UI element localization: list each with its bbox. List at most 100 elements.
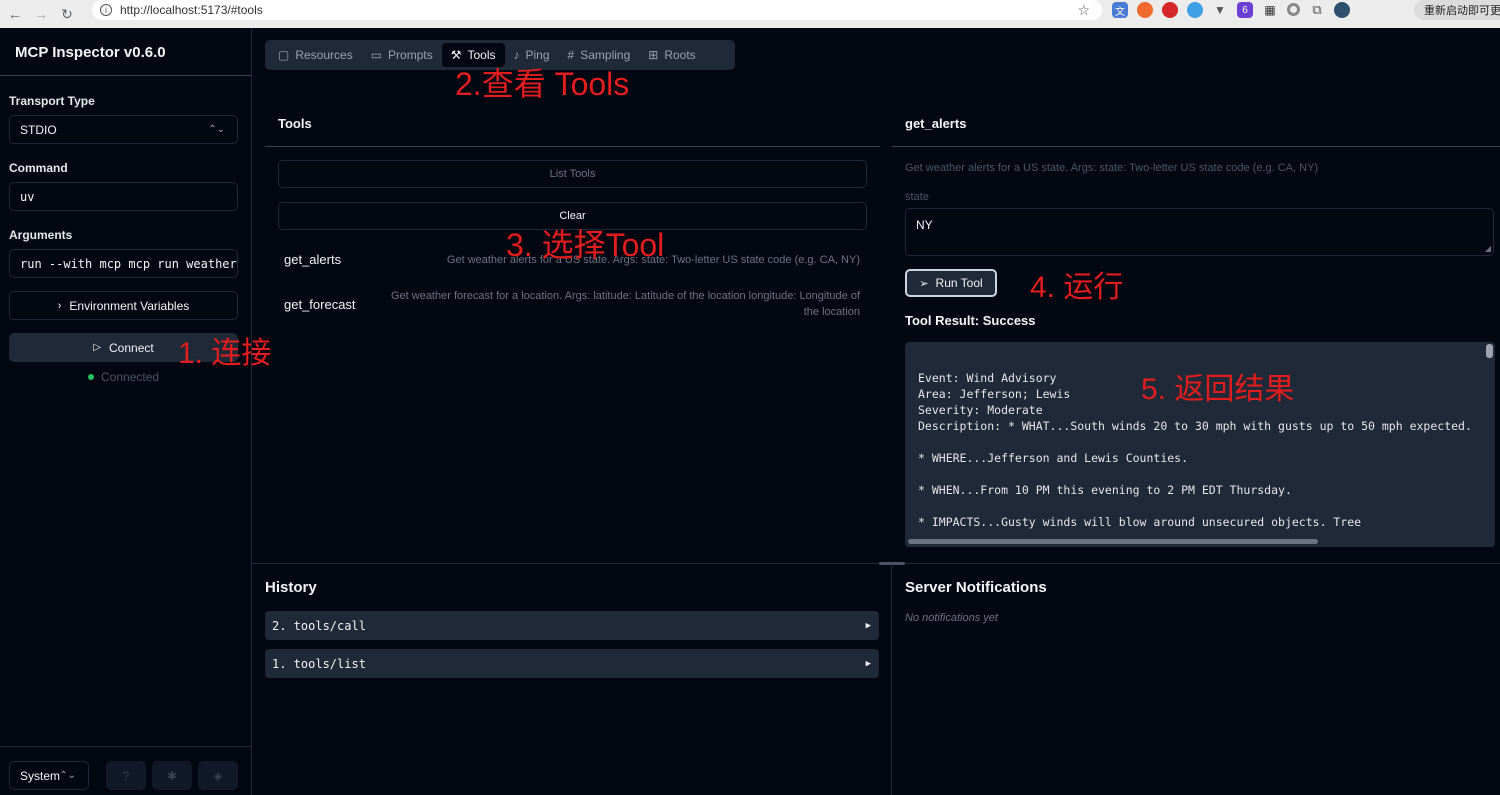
expand-triangle-icon[interactable]: ▶ — [866, 659, 871, 669]
resize-handle[interactable] — [879, 562, 905, 565]
tab-prompts[interactable]: ▭ Prompts — [362, 43, 442, 67]
history-item[interactable]: 1. tools/list ▶ — [265, 649, 879, 678]
transport-type-value: STDIO — [20, 123, 57, 137]
state-value: NY — [916, 218, 933, 232]
message-icon: ▭ — [371, 48, 382, 62]
hammer-icon: ⚒ — [451, 48, 462, 62]
notifications-empty-text: No notifications yet — [905, 612, 998, 624]
reload-icon[interactable]: ↻ — [56, 3, 78, 25]
bug-button[interactable]: ✱ — [152, 761, 192, 790]
profile-avatar-icon[interactable] — [1334, 2, 1350, 18]
tool-description: Get weather forecast for a location. Arg… — [391, 288, 860, 320]
send-icon: ➢ — [919, 277, 928, 290]
browser-toolbar: ← → ↻ i http://localhost:5173/#tools ☆ 文… — [0, 0, 1500, 28]
history-item-label: 1. tools/list — [272, 657, 366, 671]
tab-ping[interactable]: ♪ Ping — [505, 43, 559, 67]
file-icon: ▢ — [278, 48, 289, 62]
run-tool-button[interactable]: ➢ Run Tool — [905, 269, 997, 297]
history-title: History — [265, 579, 317, 596]
hash-icon: # — [568, 48, 575, 62]
tab-sampling[interactable]: # Sampling — [559, 43, 640, 67]
tool-name: get_alerts — [284, 252, 341, 267]
vertical-scrollbar[interactable] — [1486, 344, 1493, 358]
tab-resources[interactable]: ▢ Resources — [269, 43, 362, 67]
puzzle-extension-icon[interactable]: ⧉ — [1309, 2, 1325, 18]
expand-triangle-icon[interactable]: ▶ — [866, 621, 871, 631]
annotation-step1: 1. 连接 — [178, 339, 271, 369]
extension-icons: 文 ▼ 6 ▦ ⧉ — [1112, 2, 1350, 20]
site-info-icon[interactable]: i — [100, 4, 112, 16]
tool-name: get_forecast — [284, 297, 356, 312]
run-tool-label: Run Tool — [936, 276, 983, 290]
history-item[interactable]: 2. tools/call ▶ — [265, 611, 879, 640]
sidebar-bottom-divider — [0, 746, 251, 747]
folder-tree-icon: ⊞ — [648, 48, 658, 62]
environment-variables-toggle[interactable]: › Environment Variables — [9, 291, 238, 320]
qr-code-icon[interactable]: ▦ — [1262, 2, 1278, 18]
tools-panel-divider — [265, 146, 880, 147]
bug-icon: ✱ — [167, 769, 177, 783]
forward-arrow-icon[interactable]: → — [30, 3, 52, 25]
horizontal-scrollbar[interactable] — [908, 539, 1318, 544]
command-input[interactable]: uv — [9, 182, 238, 211]
tab-label: Tools — [468, 48, 496, 62]
transport-type-label: Transport Type — [9, 94, 95, 108]
history-item-label: 2. tools/call — [272, 619, 366, 633]
select-chevrons-icon: ⌃⌄ — [208, 124, 225, 135]
red-extension-icon[interactable] — [1162, 2, 1178, 18]
blue-extension-icon[interactable] — [1187, 2, 1203, 18]
annotation-step2: 2.查看 Tools — [455, 68, 629, 100]
status-text: Connected — [101, 370, 159, 384]
state-label: state — [905, 191, 929, 203]
tab-roots[interactable]: ⊞ Roots — [639, 43, 704, 67]
connect-label: Connect — [109, 341, 154, 355]
annotation-step5: 5. 返回结果 — [1141, 375, 1294, 405]
clear-button[interactable]: Clear — [278, 202, 867, 230]
chevron-right-icon: › — [58, 300, 62, 312]
theme-value: System — [20, 769, 60, 783]
status-dot-icon — [88, 374, 94, 380]
tab-label: Resources — [295, 48, 352, 62]
state-input[interactable]: NY ◢ — [905, 208, 1494, 256]
select-chevrons-icon: ⌃⌄ — [59, 770, 76, 781]
help-circle-icon: ? — [123, 769, 130, 783]
tool-description-line: Get weather forecast for a location. Arg… — [391, 290, 860, 302]
bell-icon: ♪ — [514, 48, 520, 62]
connection-status: Connected — [88, 370, 159, 384]
address-bar[interactable]: i http://localhost:5173/#tools ☆ — [92, 0, 1102, 20]
url-text: http://localhost:5173/#tools — [120, 3, 263, 17]
tab-tools[interactable]: ⚒ Tools — [442, 43, 505, 67]
vue-extension-icon[interactable]: ▼ — [1212, 2, 1228, 18]
environment-variables-label: Environment Variables — [69, 299, 189, 313]
orange-extension-icon[interactable] — [1137, 2, 1153, 18]
annotation-step4: 4. 运行 — [1030, 273, 1123, 303]
resize-grip-icon[interactable]: ◢ — [1485, 244, 1491, 253]
restart-to-update-button[interactable]: 重新启动即可更新 — [1414, 0, 1500, 20]
theme-select[interactable]: System ⌃⌄ — [9, 761, 89, 790]
tool-detail-divider — [892, 146, 1500, 147]
command-label: Command — [9, 161, 68, 175]
tools-panel-title: Tools — [278, 116, 312, 131]
annotation-step3: 3. 选择Tool — [506, 229, 664, 261]
badge-extension-icon[interactable]: 6 — [1237, 2, 1253, 18]
app-title: MCP Inspector v0.6.0 — [15, 44, 166, 61]
translate-extension-icon[interactable]: 文 — [1112, 2, 1128, 18]
bookmark-star-icon[interactable]: ☆ — [1077, 2, 1090, 19]
server-notifications-title: Server Notifications — [905, 579, 1047, 596]
tab-label: Sampling — [580, 48, 630, 62]
tool-item-get-forecast[interactable]: get_forecast Get weather forecast for a … — [278, 287, 867, 321]
tool-description-line: the location — [804, 306, 860, 318]
github-icon: ◈ — [213, 769, 222, 783]
transport-type-select[interactable]: STDIO ⌃⌄ — [9, 115, 238, 144]
circle-extension-icon[interactable] — [1287, 3, 1300, 16]
help-button[interactable]: ? — [106, 761, 146, 790]
back-arrow-icon[interactable]: ← — [4, 3, 26, 25]
bottom-vertical-divider — [891, 564, 892, 795]
play-icon: ▷ — [93, 342, 101, 353]
arguments-input[interactable]: run --with mcp mcp run weather. — [9, 249, 238, 278]
github-button[interactable]: ◈ — [198, 761, 238, 790]
list-tools-button[interactable]: List Tools — [278, 160, 867, 188]
panel-split-line — [252, 563, 1500, 564]
sidebar: MCP Inspector v0.6.0 Transport Type STDI… — [0, 28, 252, 795]
tool-detail-description: Get weather alerts for a US state. Args:… — [905, 162, 1318, 174]
